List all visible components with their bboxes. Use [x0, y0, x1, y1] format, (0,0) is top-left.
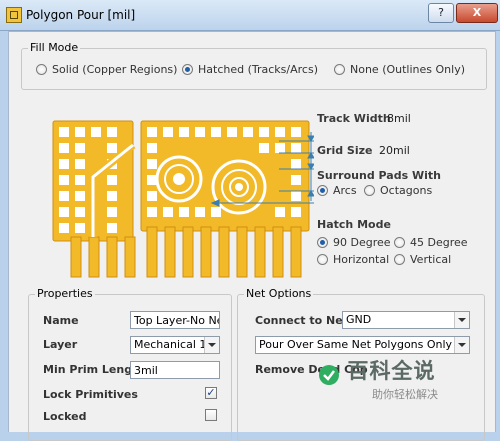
close-button[interactable]: X [456, 3, 498, 23]
hatch-45-radio[interactable]: 45 Degree [394, 236, 468, 249]
properties-group: Properties Name Top Layer-No Net Layer M… [28, 287, 232, 441]
connect-to-net-value: GND [346, 313, 372, 326]
grid-size-label: Grid Size [317, 144, 373, 157]
grid-size-value[interactable]: 20mil [379, 144, 410, 157]
radio-selected-icon [182, 64, 193, 75]
lock-primitives-checkbox[interactable]: ✓ [205, 387, 217, 399]
chevron-down-icon [454, 337, 469, 353]
watermark-logo-icon [318, 364, 340, 386]
pour-over-dropdown[interactable]: Pour Over Same Net Polygons Only [255, 336, 470, 354]
fill-solid-radio[interactable]: Solid (Copper Regions) [36, 63, 177, 76]
fill-mode-group: Fill Mode Solid (Copper Regions) Hatched… [21, 41, 487, 90]
fill-hatched-radio[interactable]: Hatched (Tracks/Arcs) [182, 63, 318, 76]
hatch-90-radio[interactable]: 90 Degree [317, 236, 391, 249]
surround-pads-label: Surround Pads With [317, 169, 441, 182]
chevron-down-icon [454, 312, 469, 328]
radio-icon [394, 237, 405, 248]
connect-to-net-dropdown[interactable]: GND [342, 311, 470, 329]
chevron-down-icon [204, 337, 219, 353]
radio-icon [317, 254, 328, 265]
hatch-horizontal-label: Horizontal [333, 253, 390, 266]
hatch-vertical-label: Vertical [410, 253, 452, 266]
radio-selected-icon [317, 185, 328, 196]
radio-icon [394, 254, 405, 265]
surround-octagons-radio[interactable]: Octagons [364, 184, 432, 197]
surround-arcs-radio[interactable]: Arcs [317, 184, 357, 197]
properties-label: Properties [35, 287, 95, 300]
min-prim-length-field[interactable]: 3mil [130, 361, 220, 379]
locked-checkbox[interactable] [205, 409, 217, 421]
title-bar: Polygon Pour [mil] ? X [0, 0, 500, 31]
surround-arcs-label: Arcs [333, 184, 357, 197]
hatch-mode-label: Hatch Mode [317, 218, 391, 231]
watermark: 百科全说 助你轻松解决 [318, 355, 438, 402]
fill-mode-label: Fill Mode [28, 41, 81, 54]
locked-label: Locked [43, 410, 87, 423]
watermark-sub-text: 助你轻松解决 [372, 388, 438, 401]
radio-icon [364, 185, 375, 196]
pour-over-value: Pour Over Same Net Polygons Only [259, 338, 453, 351]
fill-none-label: None (Outlines Only) [350, 63, 465, 76]
hatch-vertical-radio[interactable]: Vertical [394, 253, 451, 266]
radio-selected-icon [317, 237, 328, 248]
radio-icon [36, 64, 47, 75]
layer-dropdown[interactable]: Mechanical 13 [130, 336, 220, 354]
track-width-label: Track Width [317, 112, 391, 125]
net-options-label: Net Options [244, 287, 314, 300]
fill-none-radio[interactable]: None (Outlines Only) [334, 63, 465, 76]
layer-label: Layer [43, 338, 78, 351]
connect-to-net-label: Connect to Net [255, 314, 348, 327]
hatch-horizontal-radio[interactable]: Horizontal [317, 253, 389, 266]
polygon-app-icon [6, 7, 22, 23]
track-width-value[interactable]: 8mil [387, 112, 411, 125]
hatched-polygon-preview [52, 120, 314, 278]
radio-icon [334, 64, 345, 75]
watermark-main-text: 百科全说 [347, 359, 436, 383]
lock-primitives-label: Lock Primitives [43, 388, 138, 401]
name-field[interactable]: Top Layer-No Net [130, 311, 220, 329]
hatch-90-label: 90 Degree [333, 236, 391, 249]
layer-value: Mechanical 13 [134, 338, 214, 351]
help-button[interactable]: ? [428, 3, 454, 23]
name-label: Name [43, 314, 79, 327]
hatch-45-label: 45 Degree [410, 236, 468, 249]
window-title: Polygon Pour [mil] [26, 8, 136, 22]
fill-hatched-label: Hatched (Tracks/Arcs) [198, 63, 318, 76]
surround-octagons-label: Octagons [380, 184, 433, 197]
fill-solid-label: Solid (Copper Regions) [52, 63, 178, 76]
